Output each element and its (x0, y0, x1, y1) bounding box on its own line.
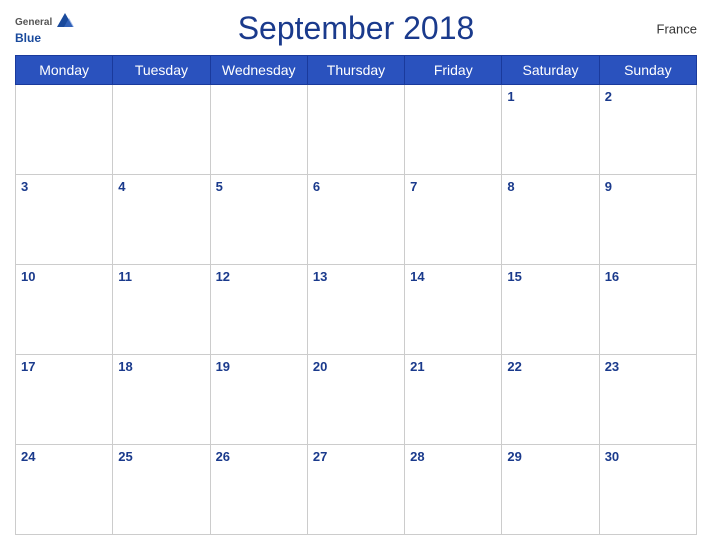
calendar-cell: 17 (16, 355, 113, 445)
page-title: September 2018 (238, 10, 475, 47)
days-header-row: MondayTuesdayWednesdayThursdayFridaySatu… (16, 56, 697, 85)
day-number: 6 (313, 179, 320, 194)
calendar-cell: 6 (307, 175, 404, 265)
day-number: 16 (605, 269, 619, 284)
country-label: France (657, 21, 697, 36)
day-number: 15 (507, 269, 521, 284)
calendar-cell: 13 (307, 265, 404, 355)
day-header-friday: Friday (405, 56, 502, 85)
calendar-header: General Blue September 2018 France (15, 10, 697, 47)
day-number: 21 (410, 359, 424, 374)
day-number: 17 (21, 359, 35, 374)
day-number: 27 (313, 449, 327, 464)
calendar-cell (307, 85, 404, 175)
calendar-cell (405, 85, 502, 175)
day-number: 10 (21, 269, 35, 284)
day-number: 5 (216, 179, 223, 194)
calendar-cell: 8 (502, 175, 599, 265)
calendar-cell: 23 (599, 355, 696, 445)
week-row-4: 17 18 19 20 21 22 23 (16, 355, 697, 445)
calendar-cell: 28 (405, 445, 502, 535)
week-row-3: 10 11 12 13 14 15 16 (16, 265, 697, 355)
day-number: 1 (507, 89, 514, 104)
calendar-cell (113, 85, 210, 175)
week-row-1: 12 (16, 85, 697, 175)
day-number: 29 (507, 449, 521, 464)
logo-general-text: General (15, 17, 52, 28)
day-number: 3 (21, 179, 28, 194)
calendar-cell: 11 (113, 265, 210, 355)
day-number: 14 (410, 269, 424, 284)
day-number: 12 (216, 269, 230, 284)
day-number: 19 (216, 359, 230, 374)
calendar-cell: 29 (502, 445, 599, 535)
day-number: 24 (21, 449, 35, 464)
calendar-cell: 15 (502, 265, 599, 355)
week-row-2: 3 4 5 6 7 8 9 (16, 175, 697, 265)
calendar-cell: 1 (502, 85, 599, 175)
calendar-cell: 18 (113, 355, 210, 445)
calendar-cell: 20 (307, 355, 404, 445)
calendar-cell: 27 (307, 445, 404, 535)
calendar-cell: 30 (599, 445, 696, 535)
calendar-cell (210, 85, 307, 175)
day-number: 26 (216, 449, 230, 464)
day-header-sunday: Sunday (599, 56, 696, 85)
day-number: 2 (605, 89, 612, 104)
day-number: 22 (507, 359, 521, 374)
calendar-cell: 24 (16, 445, 113, 535)
day-number: 11 (118, 269, 132, 284)
day-number: 20 (313, 359, 327, 374)
day-number: 18 (118, 359, 132, 374)
calendar-cell (16, 85, 113, 175)
day-number: 13 (313, 269, 327, 284)
week-row-5: 24 25 26 27 28 29 30 (16, 445, 697, 535)
day-header-saturday: Saturday (502, 56, 599, 85)
day-number: 7 (410, 179, 417, 194)
calendar-cell: 26 (210, 445, 307, 535)
calendar-cell: 25 (113, 445, 210, 535)
calendar-cell: 14 (405, 265, 502, 355)
calendar-cell: 2 (599, 85, 696, 175)
calendar-cell: 16 (599, 265, 696, 355)
calendar-cell: 3 (16, 175, 113, 265)
day-header-thursday: Thursday (307, 56, 404, 85)
calendar-cell: 4 (113, 175, 210, 265)
day-header-wednesday: Wednesday (210, 56, 307, 85)
day-header-monday: Monday (16, 56, 113, 85)
calendar-cell: 5 (210, 175, 307, 265)
calendar-cell: 10 (16, 265, 113, 355)
calendar-cell: 22 (502, 355, 599, 445)
logo: General Blue (15, 12, 74, 45)
calendar-table: MondayTuesdayWednesdayThursdayFridaySatu… (15, 55, 697, 535)
calendar-cell: 12 (210, 265, 307, 355)
day-number: 25 (118, 449, 132, 464)
day-number: 28 (410, 449, 424, 464)
logo-blue-text: Blue (15, 31, 41, 45)
logo-mountain-icon (56, 12, 74, 33)
day-number: 23 (605, 359, 619, 374)
calendar-cell: 7 (405, 175, 502, 265)
calendar-cell: 21 (405, 355, 502, 445)
day-header-tuesday: Tuesday (113, 56, 210, 85)
day-number: 8 (507, 179, 514, 194)
day-number: 4 (118, 179, 125, 194)
calendar-cell: 9 (599, 175, 696, 265)
day-number: 30 (605, 449, 619, 464)
calendar-cell: 19 (210, 355, 307, 445)
day-number: 9 (605, 179, 612, 194)
